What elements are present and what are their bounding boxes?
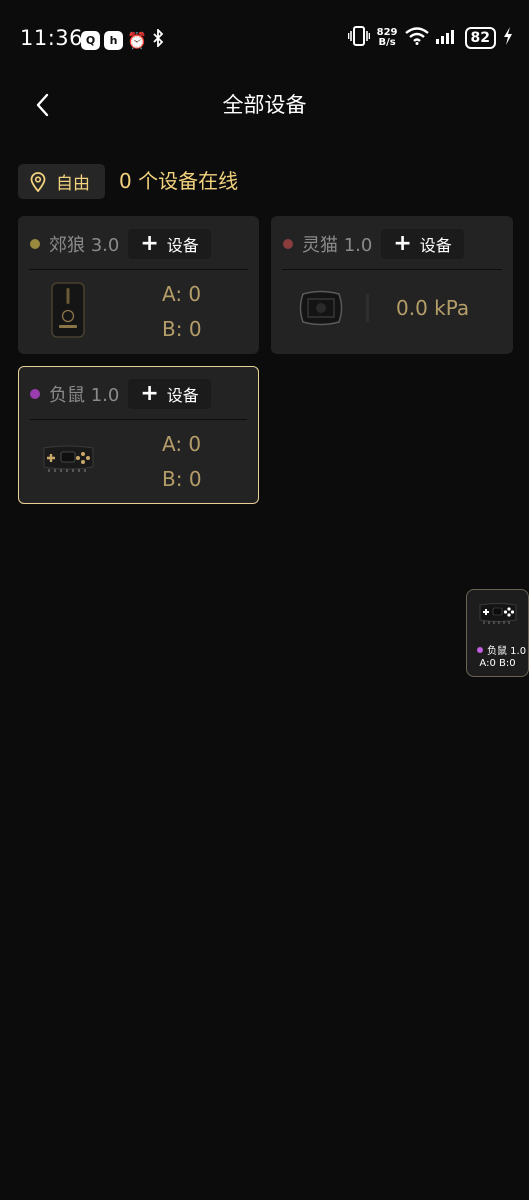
floater-values: A:0 B:0 [479, 658, 516, 669]
status-dot [283, 239, 293, 249]
add-device-button[interactable]: + 设备 [128, 229, 211, 259]
plus-icon: + [140, 381, 159, 406]
vibrate-icon [347, 26, 370, 50]
signal-icon [435, 28, 458, 48]
divider [30, 419, 247, 420]
plus-icon: + [140, 231, 159, 256]
mode-selector[interactable]: 自由 [18, 164, 105, 199]
charging-icon [503, 27, 513, 49]
channel-a-value: A: 0 [162, 282, 202, 306]
device-card-cat[interactable]: 灵猫 1.0 + 设备 0.0 kPa [271, 216, 513, 354]
floating-device-widget[interactable]: 负鼠 1.0 A:0 B:0 [466, 589, 529, 677]
device-card-coyote[interactable]: 郊狼 3.0 + 设备 A: 0 B: 0 [18, 216, 259, 354]
status-dot [30, 239, 40, 249]
cat-device-image [298, 290, 344, 326]
mode-label: 自由 [56, 174, 90, 194]
device-name: 负鼠 1.0 [49, 385, 120, 406]
add-device-button[interactable]: + 设备 [381, 229, 464, 259]
status-time: 11:36 [20, 26, 84, 50]
divider [282, 269, 502, 270]
battery-indicator: 82 [464, 27, 496, 49]
page-title: 全部设备 [222, 93, 307, 117]
device-name: 灵猫 1.0 [302, 235, 373, 256]
net-speed: 829 B/s [376, 27, 398, 48]
channel-b-value: B: 0 [162, 467, 202, 491]
opossum-mini-image [478, 603, 518, 625]
add-device-button[interactable]: + 设备 [128, 379, 211, 409]
divider [29, 269, 248, 270]
status-dot [477, 646, 483, 653]
app-icon: h [104, 30, 123, 50]
divider-vertical [366, 294, 369, 322]
plus-icon: + [393, 231, 412, 256]
app-badge-icon: Q [81, 30, 100, 50]
floater-device-name: 负鼠 1.0 [487, 646, 527, 657]
opossum-device-image [41, 445, 96, 473]
device-card-opossum[interactable]: 负鼠 1.0 + 设备 A: 0 B: 0 [18, 366, 259, 504]
pressure-value: 0.0 kPa [396, 296, 470, 320]
channel-b-value: B: 0 [162, 317, 202, 341]
coyote-device-image [51, 282, 85, 338]
device-name: 郊狼 3.0 [49, 235, 120, 256]
wifi-icon [404, 27, 429, 49]
alarm-icon: ⏰ [127, 30, 147, 50]
status-dot [30, 389, 40, 399]
channel-a-value: A: 0 [162, 432, 202, 456]
bluetooth-icon [149, 27, 167, 51]
online-device-count: 0 个设备在线 [119, 169, 239, 193]
status-bar: 11:36 Q h ⏰ 829 B/s 82 [0, 0, 529, 80]
location-pin-icon [30, 171, 46, 192]
